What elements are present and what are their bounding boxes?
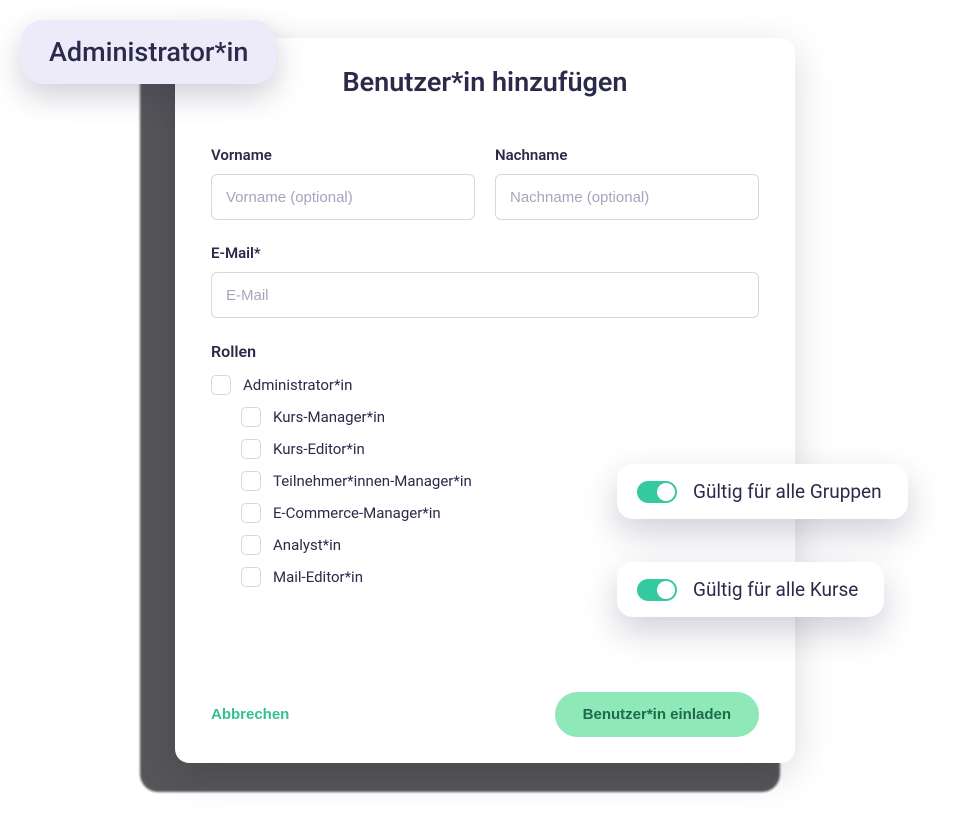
role-kursmanager-checkbox[interactable]	[241, 407, 261, 427]
valid-all-courses-label: Gültig für alle Kurse	[693, 578, 858, 601]
first-name-input[interactable]	[211, 174, 475, 220]
role-kurseditor-label: Kurs-Editor*in	[273, 440, 365, 458]
valid-all-groups-card: Gültig für alle Gruppen	[617, 464, 908, 519]
role-analyst-row: Analyst*in	[211, 535, 759, 555]
name-row: Vorname Nachname	[211, 146, 759, 220]
cancel-button[interactable]: Abbrechen	[211, 706, 289, 723]
roles-section-label: Rollen	[211, 342, 759, 361]
role-administrator-label: Administrator*in	[243, 376, 352, 394]
email-label: E-Mail*	[211, 244, 759, 262]
administrator-badge: Administrator*in	[21, 20, 276, 84]
valid-all-groups-label: Gültig für alle Gruppen	[693, 480, 882, 503]
email-field: E-Mail*	[211, 244, 759, 318]
role-analyst-checkbox[interactable]	[241, 535, 261, 555]
role-kursmanager-row: Kurs-Manager*in	[211, 407, 759, 427]
first-name-label: Vorname	[211, 146, 475, 164]
last-name-label: Nachname	[495, 146, 759, 164]
role-administrator-checkbox[interactable]	[211, 375, 231, 395]
role-kursmanager-label: Kurs-Manager*in	[273, 408, 385, 426]
add-user-dialog: Benutzer*in hinzufügen Vorname Nachname …	[175, 38, 795, 763]
invite-user-button[interactable]: Benutzer*in einladen	[555, 692, 759, 737]
valid-all-courses-card: Gültig für alle Kurse	[617, 562, 884, 617]
role-teilnehmermanager-label: Teilnehmer*innen-Manager*in	[273, 472, 472, 490]
role-kurseditor-row: Kurs-Editor*in	[211, 439, 759, 459]
dialog-footer: Abbrechen Benutzer*in einladen	[211, 692, 759, 737]
role-ecommercemanager-checkbox[interactable]	[241, 503, 261, 523]
role-administrator-row: Administrator*in	[211, 375, 759, 395]
role-maileditor-label: Mail-Editor*in	[273, 568, 363, 586]
role-teilnehmermanager-checkbox[interactable]	[241, 471, 261, 491]
first-name-field: Vorname	[211, 146, 475, 220]
role-ecommercemanager-label: E-Commerce-Manager*in	[273, 504, 441, 522]
role-analyst-label: Analyst*in	[273, 536, 341, 554]
last-name-field: Nachname	[495, 146, 759, 220]
last-name-input[interactable]	[495, 174, 759, 220]
valid-all-groups-toggle[interactable]	[637, 481, 677, 503]
role-kurseditor-checkbox[interactable]	[241, 439, 261, 459]
dialog-title: Benutzer*in hinzufügen	[211, 66, 759, 98]
role-maileditor-checkbox[interactable]	[241, 567, 261, 587]
valid-all-courses-toggle[interactable]	[637, 579, 677, 601]
email-input[interactable]	[211, 272, 759, 318]
